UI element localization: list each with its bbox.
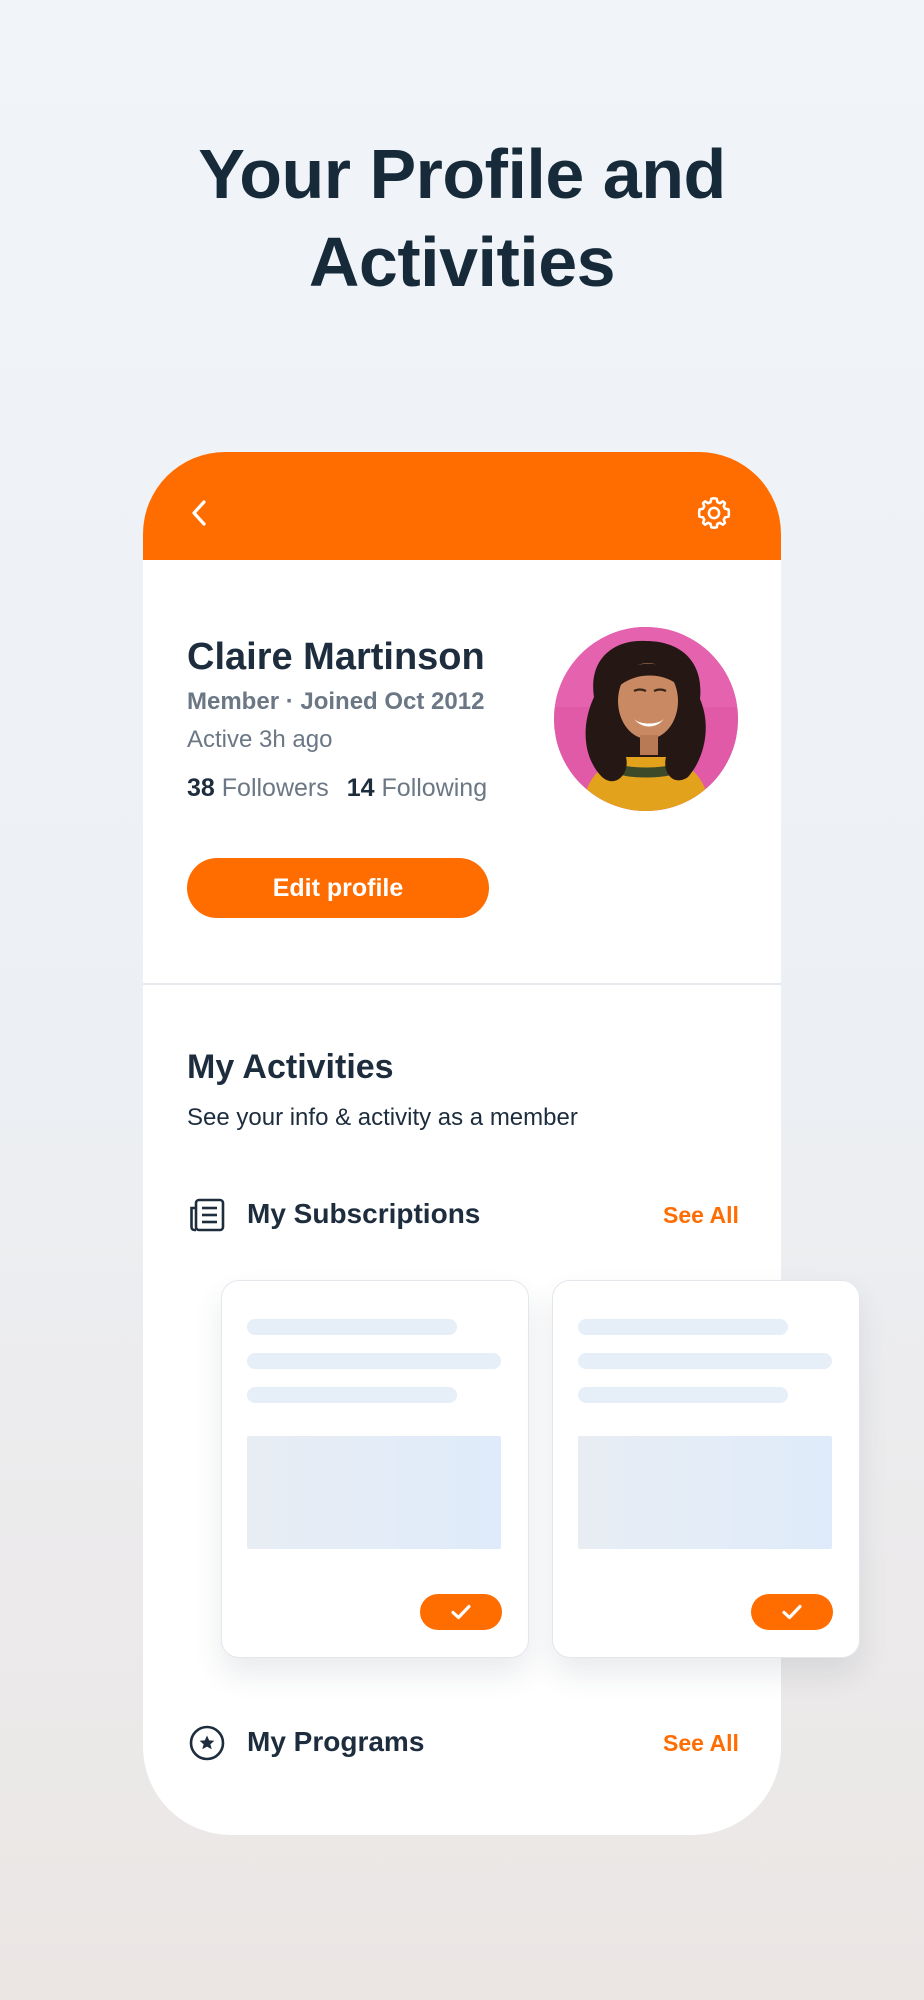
activities-title: My Activities — [187, 1048, 394, 1086]
placeholder-line — [578, 1319, 788, 1335]
chevron-left-icon — [192, 500, 206, 526]
back-button[interactable] — [183, 496, 217, 530]
placeholder-line — [578, 1387, 788, 1403]
edit-profile-button[interactable]: Edit profile — [187, 858, 489, 918]
avatar[interactable] — [554, 627, 738, 811]
placeholder-line — [578, 1353, 832, 1369]
subscription-card[interactable] — [221, 1280, 529, 1658]
placeholder-line — [247, 1353, 501, 1369]
following-count: 14 — [346, 774, 375, 802]
subscription-card[interactable] — [552, 1280, 860, 1658]
placeholder-image — [247, 1436, 501, 1549]
subscribed-check-button[interactable] — [751, 1594, 833, 1630]
profile-name: Claire Martinson — [187, 636, 485, 678]
headline-line-2: Activities — [308, 223, 616, 301]
placeholder-line — [247, 1319, 457, 1335]
avatar-photo — [554, 627, 738, 811]
following-link[interactable]: 14 Following — [347, 774, 487, 802]
checkmark-icon — [451, 1604, 471, 1620]
checkmark-icon — [782, 1604, 802, 1620]
programs-label: My Programs — [247, 1726, 425, 1757]
following-label: Following — [381, 774, 488, 802]
subscriptions-see-all-link[interactable]: See All — [663, 1202, 739, 1229]
profile-last-active: Active 3h ago — [187, 726, 333, 753]
section-divider — [143, 983, 781, 985]
programs-see-all-link[interactable]: See All — [663, 1730, 739, 1757]
page-headline: Your Profile and Activities — [0, 130, 924, 306]
star-circle-icon — [189, 1725, 225, 1761]
subscriptions-label: My Subscriptions — [247, 1198, 481, 1229]
newspaper-icon — [190, 1198, 225, 1232]
top-app-bar — [143, 452, 781, 560]
subscribed-check-button[interactable] — [420, 1594, 502, 1630]
placeholder-line — [247, 1387, 457, 1403]
gear-icon — [697, 497, 731, 529]
followers-link[interactable]: 38 Followers — [187, 774, 329, 802]
profile-membership: Member · Joined Oct 2012 — [187, 688, 485, 715]
headline-line-1: Your Profile and — [198, 135, 726, 213]
profile-stats: 38 Followers 14 Following — [187, 774, 487, 803]
settings-button[interactable] — [695, 494, 733, 532]
followers-label: Followers — [221, 774, 329, 802]
activities-subtitle: See your info & activity as a member — [187, 1104, 578, 1131]
placeholder-image — [578, 1436, 832, 1549]
followers-count: 38 — [187, 774, 215, 802]
